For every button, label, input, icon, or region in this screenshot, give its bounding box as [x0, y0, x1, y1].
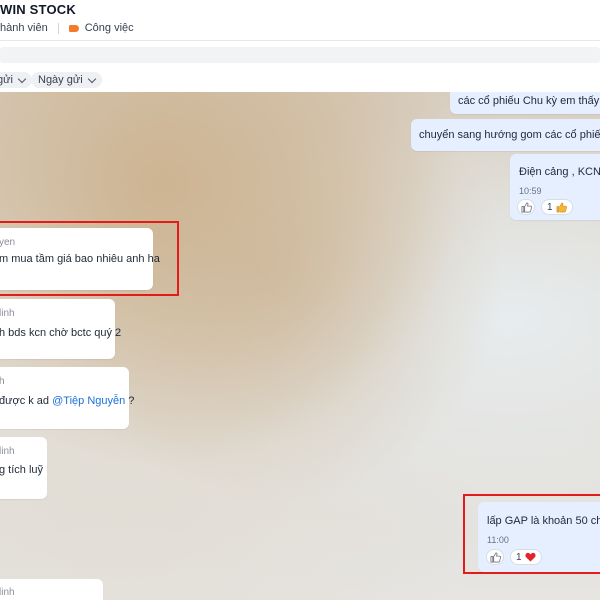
sender-filter-label: gửi	[0, 74, 13, 86]
group-subbar: hành viên Công việc	[0, 21, 134, 35]
header-divider	[0, 40, 600, 41]
sender-name: linh	[0, 446, 15, 457]
members-link[interactable]: hành viên	[0, 22, 48, 34]
tag-icon	[68, 24, 79, 32]
message-bubble[interactable]: linh h bds kcn chờ bctc quý 2	[0, 299, 121, 359]
message-bubble[interactable]: linh	[0, 579, 103, 600]
chat-area[interactable]: các cổ phiếu Chu kỳ em thấy khó chuyển s…	[0, 92, 600, 600]
message-text-end: ?	[125, 395, 135, 407]
sender-name: h	[0, 376, 5, 387]
reaction-count: 1	[547, 201, 553, 213]
search-bar[interactable]	[0, 47, 600, 63]
mention-link[interactable]: @Tiệp Nguyễn	[52, 395, 125, 407]
message-bubble[interactable]: các cổ phiếu Chu kỳ em thấy khó	[450, 92, 600, 114]
reaction-row: 1	[517, 199, 573, 215]
chevron-down-icon	[87, 74, 96, 83]
filter-bar: gửi Ngày gửi	[0, 70, 600, 90]
message-bubble[interactable]: linh g tích luỹ	[0, 437, 47, 499]
message-bubble[interactable]: chuyển sang hướng gom các cổ phiếu ph	[411, 119, 600, 151]
sender-filter[interactable]: gửi	[0, 72, 32, 88]
highlight-box	[463, 494, 600, 574]
sender-name: linh	[0, 587, 15, 598]
sender-name: linh	[0, 308, 15, 319]
message-text: được k ad @Tiệp Nguyễn ?	[0, 395, 134, 407]
group-header: WIN STOCK hành viên Công việc	[0, 0, 600, 40]
message-text: g tích luỹ	[0, 464, 44, 476]
message-text: các cổ phiếu Chu kỳ em thấy khó	[458, 95, 600, 107]
tasks-link[interactable]: Công việc	[85, 22, 134, 34]
thumbs-up-icon	[521, 202, 532, 212]
highlight-box	[0, 221, 179, 296]
group-title: WIN STOCK	[0, 2, 76, 17]
chevron-down-icon	[17, 74, 27, 83]
like-button[interactable]	[517, 199, 535, 215]
date-filter[interactable]: Ngày gửi	[31, 72, 102, 88]
reaction-count-badge[interactable]: 1	[541, 199, 573, 215]
message-bubble[interactable]: Điện cảng , KCN là 10:59 1	[510, 154, 600, 220]
message-text: Điện cảng , KCN là	[519, 166, 600, 178]
message-bubble[interactable]: h được k ad @Tiệp Nguyễn ?	[0, 367, 134, 429]
message-time: 10:59	[519, 186, 542, 196]
message-text: chuyển sang hướng gom các cổ phiếu ph	[419, 129, 600, 141]
thumbs-up-icon	[556, 202, 567, 212]
subbar-separator	[57, 22, 59, 34]
date-filter-label: Ngày gửi	[38, 74, 83, 86]
message-text: h bds kcn chờ bctc quý 2	[0, 327, 122, 339]
message-text-start: được k ad	[0, 395, 53, 407]
